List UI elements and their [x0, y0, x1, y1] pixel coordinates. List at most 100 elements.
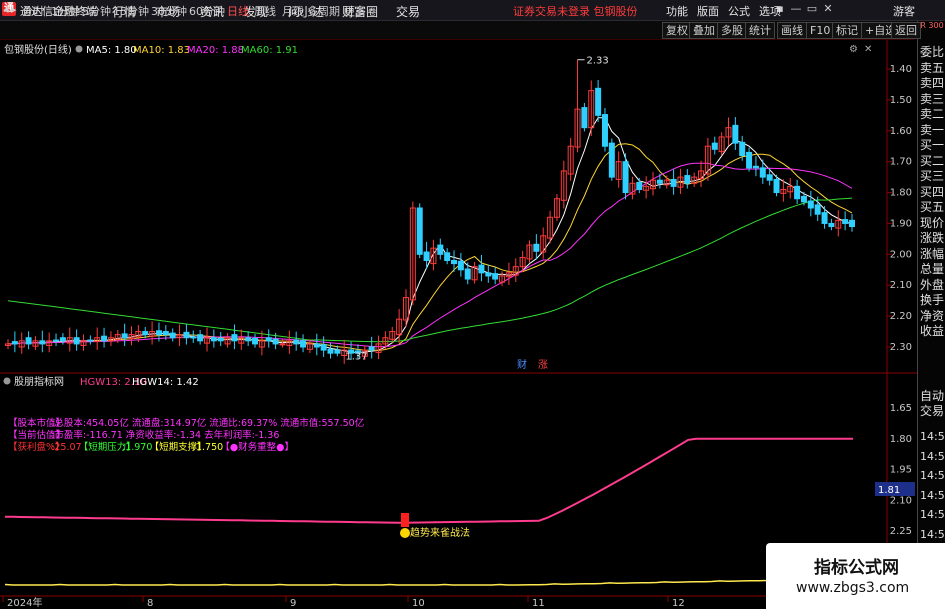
candle-body [87, 339, 94, 342]
side-item-26[interactable]: 14:56 [920, 527, 945, 542]
ma-legend-3: MA60: 1.91 [241, 45, 298, 56]
side-item-21[interactable]: 14:56 [920, 429, 945, 444]
right-menu-item-0[interactable]: 功能 [666, 3, 688, 19]
tool-button-6[interactable]: 标记 [832, 22, 862, 39]
side-item-7[interactable]: 买二 [920, 154, 944, 169]
right-menu-item-1[interactable]: 版面 [697, 3, 719, 19]
candle-body [265, 337, 272, 342]
tool-button-5[interactable]: F10 [806, 22, 835, 39]
side-item-0[interactable]: 委比 [920, 45, 944, 60]
candle-body [53, 339, 60, 342]
side-item-14[interactable]: 总量 [920, 262, 944, 277]
side-item-20[interactable]: 交易 [920, 404, 944, 419]
right-menu-item-3[interactable]: 选项 [759, 3, 781, 19]
side-item-23[interactable]: 14:56 [920, 468, 945, 483]
login-status[interactable]: 证券交易未登录 包钢股份 [513, 3, 638, 19]
candle-body [416, 207, 423, 255]
close-icon[interactable]: ✕ [820, 2, 836, 15]
candle-body [197, 334, 204, 342]
x-label-3: 10 [412, 598, 425, 609]
side-item-16[interactable]: 换手 [920, 293, 944, 308]
candle-body [313, 343, 320, 348]
side-item-9[interactable]: 买四 [920, 185, 944, 200]
side-item-19[interactable]: 自动 [920, 389, 944, 404]
side-item-18[interactable]: 收益 [920, 324, 944, 339]
tab-timeframe-2[interactable]: 5分钟 [82, 3, 111, 19]
side-item-10[interactable]: 买五 [920, 200, 944, 215]
side-item-25[interactable]: 14:56 [920, 507, 945, 522]
kline-chart[interactable]: 2.30 2.20 2.10 2.00 1.90 1.80 1.70 1.60 1.50 1.40… [0, 40, 917, 609]
tool-button-4[interactable]: 画线 [777, 22, 807, 39]
tab-timeframe-10[interactable]: 更多 [344, 3, 366, 19]
high-price-label: 2.33 [587, 56, 609, 67]
side-item-1[interactable]: 卖五 [920, 61, 944, 76]
tool-button-0[interactable]: 复权 [662, 22, 692, 39]
side-item-3[interactable]: 卖三 [920, 92, 944, 107]
candle-body [732, 124, 739, 144]
candle-body [711, 142, 718, 150]
ma-legend-0: MA5: 1.80 [86, 45, 137, 56]
info-segment-2-1: :25.07 [51, 442, 81, 453]
candle-body [162, 331, 169, 336]
maximize-icon[interactable]: ▭ [804, 2, 820, 15]
candle-body [272, 338, 279, 345]
tool-button-8[interactable]: 返回 [891, 22, 921, 39]
indicator-y-tick-label: 1.95 [890, 465, 912, 476]
legend-settings-icon[interactable] [75, 45, 83, 53]
toolbar-right-arrow-icon[interactable]: ▸ [11, 3, 17, 16]
tool-button-2[interactable]: 多股 [717, 22, 747, 39]
candle-body [601, 114, 608, 147]
side-item-13[interactable]: 涨幅 [920, 247, 944, 262]
main-y-tick-label: 2.00 [890, 249, 912, 260]
low-price-label: 1.37 [345, 351, 367, 362]
minimize-icon[interactable]: — [788, 2, 804, 15]
side-item-5[interactable]: 卖一 [920, 123, 944, 138]
indicator-y-tick-label: 2.25 [890, 526, 912, 537]
side-item-8[interactable]: 买三 [920, 169, 944, 184]
panel-settings-icon: ⚙ [849, 44, 858, 55]
side-item-12[interactable]: 涨跌 [920, 231, 944, 246]
side-item-6[interactable]: 买一 [920, 138, 944, 153]
info-segment-0-1: :总股本:454.05亿 流通盘:314.97亿 流通比:69.37% 流通市值… [51, 417, 364, 429]
tab-timeframe-3[interactable]: 15分钟 [113, 3, 149, 19]
side-item-17[interactable]: 净资 [920, 309, 944, 324]
signal-dot-icon [400, 528, 410, 538]
candle-body [849, 219, 855, 228]
candle-body [59, 337, 66, 342]
tab-timeframe-9[interactable]: 多周期 [307, 3, 340, 19]
toolbar-left-arrow-icon[interactable]: ◂ [3, 3, 9, 16]
tab-timeframe-6[interactable]: 日线 [227, 3, 249, 19]
side-item-11[interactable]: 现价 [920, 216, 944, 231]
tab-timeframe-4[interactable]: 30分钟 [151, 3, 187, 19]
side-item-22[interactable]: 14:56 [920, 449, 945, 464]
guest-button[interactable]: 游客 [893, 3, 915, 19]
tab-timeframe-8[interactable]: 月线 [282, 3, 304, 19]
tab-timeframe-5[interactable]: 60分钟 [189, 3, 225, 19]
menu-item-6[interactable]: 交易 [396, 3, 420, 20]
candle-body [457, 260, 464, 271]
side-item-4[interactable]: 卖二 [920, 107, 944, 122]
main-y-tick-label: 1.70 [890, 157, 912, 168]
watermark-title: 指标公式网 [814, 558, 899, 578]
tool-button-3[interactable]: 统计 [745, 22, 775, 39]
tab-timeframe-7[interactable]: 周线 [254, 3, 276, 19]
candle-body [807, 200, 814, 209]
window-controls: ▪ — ▭ ✕ [772, 2, 836, 15]
candle-body [478, 264, 485, 274]
candle-body [183, 331, 190, 339]
tool-button-1[interactable]: 叠加 [689, 22, 719, 39]
candle-body [101, 335, 108, 342]
right-menu-item-2[interactable]: 公式 [728, 3, 750, 19]
side-item-15[interactable]: 外盘 [920, 278, 944, 293]
indicator-y-tick-label: 1.80 [890, 434, 912, 445]
candle-body [773, 178, 780, 194]
side-item-2[interactable]: 卖四 [920, 76, 944, 91]
x-label-2: 9 [290, 598, 296, 609]
side-item-24[interactable]: 14:56 [920, 488, 945, 503]
tab-timeframe-0[interactable]: 分时 [22, 3, 44, 19]
ma-legend-2: MA20: 1.88 [187, 45, 244, 56]
indicator-settings-icon[interactable] [3, 377, 11, 385]
main-y-tick-label: 1.40 [890, 64, 912, 75]
tab-timeframe-1[interactable]: 1分钟 [51, 3, 80, 19]
candle-body [73, 337, 80, 345]
